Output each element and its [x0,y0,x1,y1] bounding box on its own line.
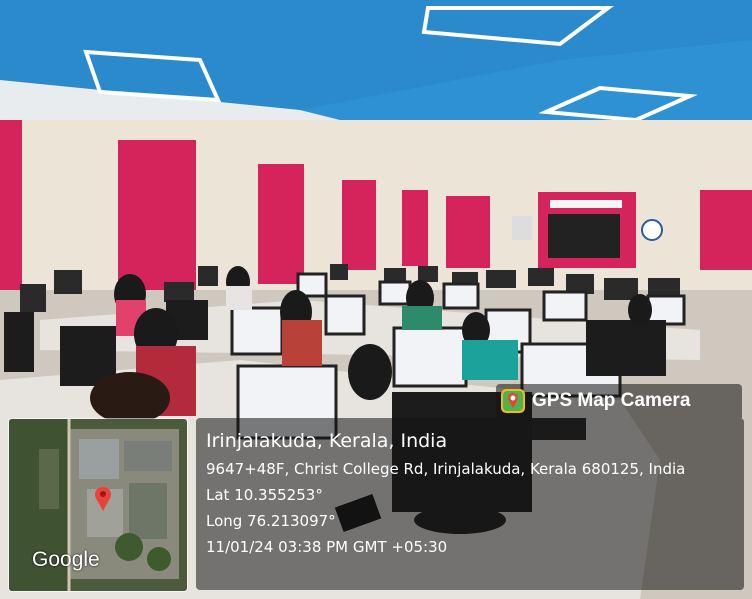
gps-map-camera-icon [501,389,525,413]
longitude: Long 76.213097° [206,512,336,530]
place-name: Irinjalakuda, Kerala, India [206,430,448,452]
datetime: 11/01/24 03:38 PM GMT +05:30 [206,538,448,556]
address: 9647+48F, Christ College Rd, Irinjalakud… [206,460,686,478]
google-logo: Google [32,548,100,571]
latitude: Lat 10.355253° [206,486,323,504]
gps-map-camera-badge: GPS Map Camera [496,384,742,418]
badge-title: GPS Map Camera [532,390,691,411]
